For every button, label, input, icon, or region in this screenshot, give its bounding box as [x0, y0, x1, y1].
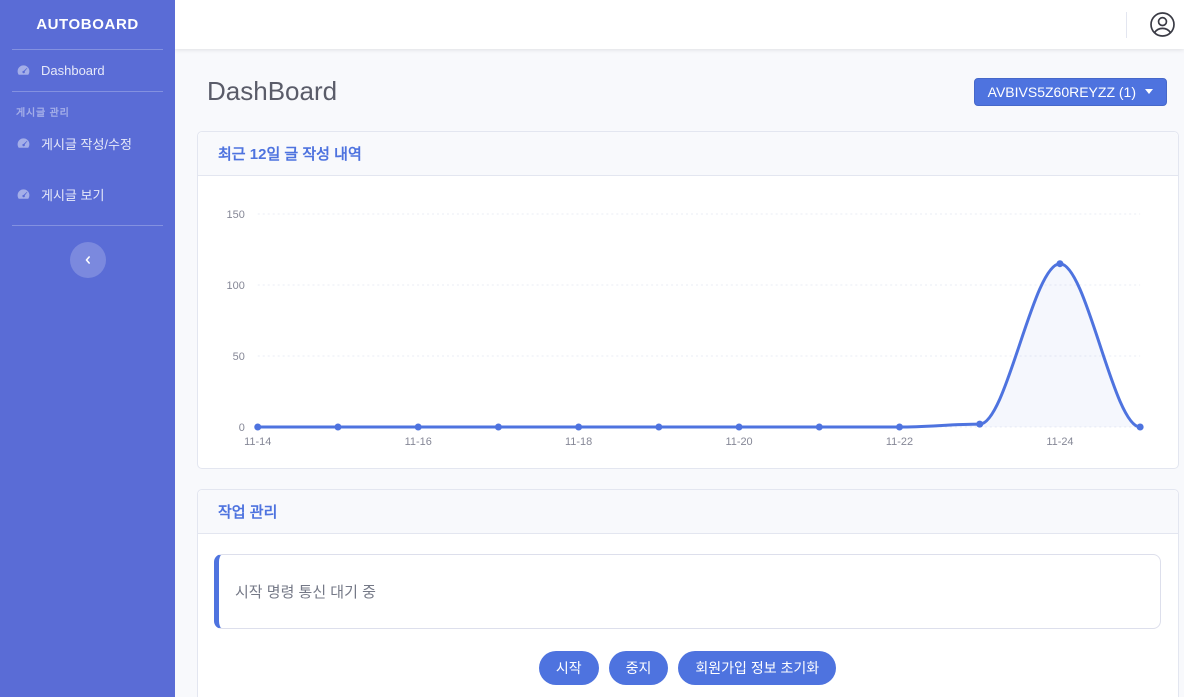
- sidebar-divider: [12, 225, 163, 226]
- status-message-box: 시작 명령 통신 대기 중: [214, 554, 1161, 629]
- status-message-text: 시작 명령 통신 대기 중: [235, 584, 376, 601]
- svg-text:0: 0: [239, 422, 245, 434]
- sidebar-item-dashboard[interactable]: Dashboard: [0, 50, 175, 91]
- sidebar-item-post-write-edit[interactable]: 게시글 작성/수정: [0, 121, 175, 166]
- recent-posts-chart-card: 최근 12일 글 작성 내역 0 50 100 150 11-14 11-16 11-18 1…: [197, 131, 1179, 469]
- sidebar-item-post-view[interactable]: 게시글 보기: [0, 172, 175, 217]
- svg-text:100: 100: [227, 280, 245, 292]
- device-dropdown-label: AVBIVS5Z60REYZZ (1): [988, 84, 1136, 100]
- tachometer-icon: [16, 63, 31, 78]
- chart-card-body: 0 50 100 150 11-14 11-16 11-18 11-20 11-22 11-24: [198, 176, 1178, 468]
- brand-title: AUTOBOARD: [0, 0, 175, 49]
- sidebar-divider: [12, 91, 163, 92]
- main-column: DashBoard AVBIVS5Z60REYZZ (1) 최근 12일 글 작…: [175, 0, 1184, 697]
- page-header: DashBoard AVBIVS5Z60REYZZ (1): [197, 76, 1179, 107]
- sidebar-item-label: 게시글 보기: [41, 185, 104, 204]
- task-card-title: 작업 관리: [198, 490, 1178, 534]
- tachometer-icon: [16, 187, 31, 202]
- sidebar-item-label: 게시글 작성/수정: [41, 134, 132, 153]
- content-area: DashBoard AVBIVS5Z60REYZZ (1) 최근 12일 글 작…: [175, 49, 1184, 697]
- svg-text:11-24: 11-24: [1046, 436, 1073, 448]
- task-management-card: 작업 관리 시작 명령 통신 대기 중 시작 중지 회원가입 정보 초기화: [197, 489, 1179, 697]
- topbar: [175, 0, 1184, 49]
- task-card-body: 시작 명령 통신 대기 중 시작 중지 회원가입 정보 초기화: [198, 534, 1178, 697]
- user-menu-button[interactable]: [1149, 11, 1176, 38]
- caret-down-icon: [1145, 89, 1153, 94]
- start-button[interactable]: 시작: [539, 651, 599, 685]
- app-window: AUTOBOARD Dashboard 게시글 관리 게시글 작성/수정 게시글…: [0, 0, 1184, 697]
- sidebar-item-label: Dashboard: [41, 63, 105, 78]
- chevron-left-icon: [82, 254, 94, 266]
- sidebar-section-label: 게시글 관리: [16, 104, 159, 119]
- sidebar: AUTOBOARD Dashboard 게시글 관리 게시글 작성/수정 게시글…: [0, 0, 175, 697]
- posts-line-chart: 0 50 100 150 11-14 11-16 11-18 11-20 11-22 11-24: [198, 176, 1178, 468]
- sidebar-collapse-button[interactable]: [70, 242, 106, 278]
- person-circle-icon: [1149, 11, 1176, 38]
- topbar-divider: [1126, 12, 1127, 38]
- svg-text:11-16: 11-16: [405, 436, 432, 448]
- svg-text:11-14: 11-14: [244, 436, 271, 448]
- reset-signup-info-button[interactable]: 회원가입 정보 초기화: [678, 651, 836, 685]
- svg-text:11-18: 11-18: [565, 436, 592, 448]
- svg-text:11-20: 11-20: [725, 436, 752, 448]
- tachometer-icon: [16, 136, 31, 151]
- device-dropdown-button[interactable]: AVBIVS5Z60REYZZ (1): [974, 78, 1167, 106]
- svg-text:11-22: 11-22: [886, 436, 913, 448]
- chart-card-title: 최근 12일 글 작성 내역: [198, 132, 1178, 176]
- svg-text:150: 150: [227, 209, 245, 221]
- svg-text:50: 50: [233, 351, 245, 363]
- page-title: DashBoard: [207, 76, 337, 107]
- stop-button[interactable]: 중지: [609, 651, 669, 685]
- task-buttons-row: 시작 중지 회원가입 정보 초기화: [214, 651, 1161, 695]
